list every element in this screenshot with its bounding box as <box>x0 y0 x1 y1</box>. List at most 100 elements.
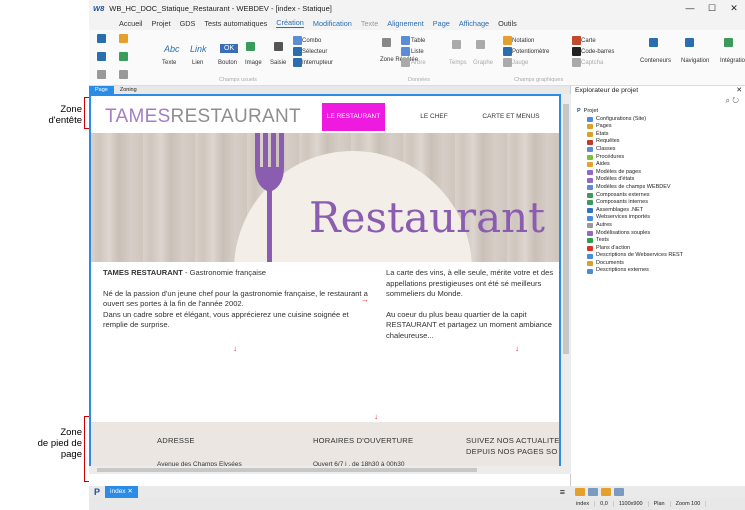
ribbon-combo-button[interactable]: Combo <box>302 38 321 44</box>
menu-icon[interactable]: ≡ <box>560 487 571 497</box>
project-explorer: Explorateur de projet ✕ ⌕ ↻ P Projet Conf… <box>571 86 745 498</box>
ribbon-interrupteur-button[interactable]: Interrupteur <box>302 60 333 66</box>
ribbon-graphe-button[interactable]: Graphe <box>473 60 493 66</box>
vertical-scrollbar[interactable] <box>561 94 571 474</box>
nav-le-chef[interactable]: LE CHEF <box>406 103 462 131</box>
explorer-tab-icon[interactable] <box>614 488 624 496</box>
ribbon-tool-icon <box>401 58 410 67</box>
tree-item[interactable]: Aides <box>587 161 745 169</box>
tree-item-icon <box>587 238 593 244</box>
wine-column[interactable]: La carte des vins, à elle seule, mérite … <box>386 268 559 341</box>
ribbon-tab-9[interactable]: Affichage <box>459 19 489 28</box>
tree-item[interactable]: Assemblages .NET <box>587 207 745 215</box>
nav-le-restaurant[interactable]: LE RESTAURANT <box>322 103 385 131</box>
status-bar-left <box>89 498 571 510</box>
tree-item[interactable]: Descriptions de Webservices REST <box>587 252 745 260</box>
project-icon[interactable]: P <box>94 487 100 497</box>
tree-item[interactable]: États <box>587 131 745 139</box>
tree-item[interactable]: Descriptions externes <box>587 267 745 275</box>
ribbon-tab-8[interactable]: Page <box>433 19 450 28</box>
ribbon-image-button[interactable]: Image <box>245 60 262 66</box>
ribbon-saisie-button[interactable]: Saisie <box>270 60 286 66</box>
maximize-button[interactable]: ☐ <box>701 3 723 14</box>
hero-banner[interactable]: Restaurant <box>91 133 559 262</box>
tree-item[interactable]: Tests <box>587 237 745 245</box>
editor-tabs: Page Zoning <box>89 86 570 94</box>
ribbon-tab-0[interactable]: Accueil <box>119 19 143 28</box>
ribbon-tool-icon <box>382 38 391 47</box>
ribbon-conteneurs-button[interactable]: Conteneurs <box>640 58 671 64</box>
ribbon-texte-button[interactable]: Texte <box>162 60 176 66</box>
tree-item-icon <box>587 253 593 259</box>
minimize-button[interactable]: — <box>679 3 701 14</box>
ribbon-abc-button[interactable]: Abc <box>164 44 180 54</box>
tree-item[interactable]: Modèles de champs WEBDEV <box>587 184 745 192</box>
ribbon-ok-button[interactable]: OK <box>220 44 239 53</box>
tree-item[interactable]: Modèles d'états <box>587 176 745 184</box>
scroll-thumb[interactable] <box>97 468 477 472</box>
page-canvas[interactable]: TAMESRESTAURANT LE RESTAURANT LE CHEF CA… <box>89 94 561 474</box>
ribbon-liste-button[interactable]: Liste <box>411 49 424 55</box>
ribbon-carte-button[interactable]: Carte <box>581 38 596 44</box>
ribbon-tab-7[interactable]: Alignement <box>387 19 424 28</box>
tab-page[interactable]: Page <box>89 86 114 94</box>
ribbon-arbre-button[interactable]: Arbre <box>411 60 426 66</box>
ribbon-temps-button[interactable]: Temps <box>449 60 467 66</box>
ribbon-tab-6[interactable]: Texte <box>361 19 378 28</box>
horizontal-scrollbar[interactable] <box>89 466 561 474</box>
tree-item[interactable]: Autres <box>587 222 745 230</box>
explorer-tab-icon[interactable] <box>588 488 598 496</box>
project-root-icon: P <box>577 108 581 114</box>
search-icon[interactable]: ⌕ <box>726 96 730 105</box>
ribbon-link-button[interactable]: Link <box>190 44 207 54</box>
tree-item[interactable]: Pages <box>587 123 745 131</box>
ribbon-lien-button[interactable]: Lien <box>192 60 203 66</box>
ribbon-potentiometre-button[interactable]: Potentiomètre <box>512 49 549 55</box>
ribbon-tab-1[interactable]: Projet <box>152 19 171 28</box>
explorer-tab-icon[interactable] <box>575 488 585 496</box>
brand-part-2: RESTAURANT <box>170 106 301 127</box>
tree-item[interactable]: Webservices importés <box>587 214 745 222</box>
ribbon-captcha-button[interactable]: Captcha <box>581 60 603 66</box>
tree-item[interactable]: Documents <box>587 260 745 268</box>
tree-root[interactable]: P Projet <box>577 108 745 116</box>
tree-item[interactable]: Plans d'action <box>587 245 745 253</box>
tree-item-label: Modèles d'états <box>596 176 635 183</box>
ribbon-tool-icon <box>293 58 302 67</box>
tree-item[interactable]: Requêtes <box>587 138 745 146</box>
ribbon-navigation-button[interactable]: Navigation <box>681 58 709 64</box>
nav-carte-menus[interactable]: CARTE ET MENUS <box>476 103 546 131</box>
close-button[interactable]: ✕ <box>723 3 745 14</box>
ribbon-integration-button[interactable]: Intégration <box>720 58 745 64</box>
ribbon-code-barres-button[interactable]: Code-barres <box>581 49 614 55</box>
ribbon-tab-3[interactable]: Tests automatiques <box>204 19 267 28</box>
tree-item[interactable]: Configurations (Site) <box>587 116 745 124</box>
close-tab-icon[interactable]: ✕ <box>127 488 132 495</box>
ribbon-bouton-button[interactable]: Bouton <box>218 60 237 66</box>
ribbon-selecteur-button[interactable]: Sélecteur <box>302 49 327 55</box>
tree-item[interactable]: Composants internes <box>587 199 745 207</box>
tree-item[interactable]: Composants externes <box>587 192 745 200</box>
tree-item[interactable]: Classes <box>587 146 745 154</box>
doc-tab-index[interactable]: index ✕ <box>105 486 138 498</box>
tree-item-icon <box>587 162 593 168</box>
ribbon-table-button[interactable]: Table <box>411 38 425 44</box>
ribbon-tab-2[interactable]: GDS <box>180 19 196 28</box>
tree-item[interactable]: Procédures <box>587 154 745 162</box>
refresh-icon[interactable]: ↻ <box>732 96 739 105</box>
header-zone-label: Zone d'entête <box>48 104 82 126</box>
ribbon-tool-icon <box>119 34 128 43</box>
close-icon[interactable]: ✕ <box>736 86 745 96</box>
scroll-thumb[interactable] <box>563 104 569 354</box>
tree-item[interactable]: Modélisations souples <box>587 230 745 238</box>
tree-item[interactable]: Modèles de pages <box>587 169 745 177</box>
site-logo[interactable]: TAMESRESTAURANT <box>105 106 301 128</box>
explorer-tab-icon[interactable] <box>601 488 611 496</box>
tab-zoning[interactable]: Zoning <box>114 86 143 94</box>
intro-column[interactable]: TAMES RESTAURANT - Gastronomie française… <box>103 268 371 331</box>
ribbon-tab-10[interactable]: Outils <box>498 19 517 28</box>
ribbon-tab-4[interactable]: Création <box>276 18 304 28</box>
ribbon-tab-5[interactable]: Modification <box>313 19 352 28</box>
ribbon-jauge-button[interactable]: Jauge <box>512 60 528 66</box>
ribbon-notation-button[interactable]: Notation <box>512 38 534 44</box>
